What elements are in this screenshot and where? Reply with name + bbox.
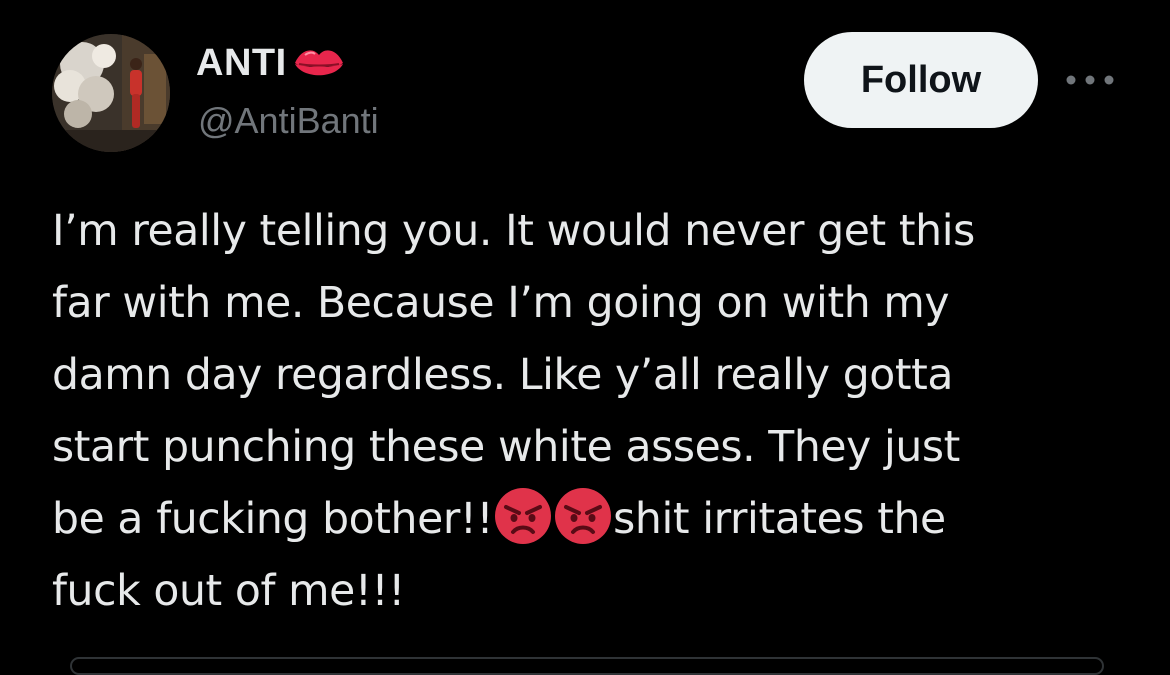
display-name-row: ANTI <box>196 40 347 86</box>
tweet-text-line: start punching these white asses. They j… <box>52 423 960 472</box>
tweet-text-line: I’m really telling you. It would never g… <box>52 207 975 256</box>
tweet-text-line: be a fucking bother!! shit irritates the <box>52 484 1142 556</box>
angry-face-icon <box>494 487 552 545</box>
angry-face-icon <box>554 487 612 545</box>
display-name[interactable]: ANTI <box>196 42 287 85</box>
tweet-card: ANTI @AntiBanti Follow I’m really tellin… <box>0 0 1170 675</box>
tweet-text-segment: be a fucking bother!! <box>52 495 494 544</box>
follow-button[interactable]: Follow <box>804 32 1038 128</box>
kiss-mark-icon <box>291 43 347 83</box>
author-handle[interactable]: @AntiBanti <box>198 100 379 142</box>
tweet-text-line: fuck out of me!!! <box>52 567 405 616</box>
tweet-text-line: damn day regardless. Like y’all really g… <box>52 351 954 400</box>
tweet-text: I’m really telling you. It would never g… <box>52 196 1142 628</box>
media-card-edge <box>70 657 1104 675</box>
more-horizontal-icon <box>1066 75 1114 85</box>
tweet-text-segment: shit irritates the <box>613 495 946 544</box>
author-avatar[interactable] <box>52 34 170 152</box>
tweet-text-line: far with me. Because I’m going on with m… <box>52 279 950 328</box>
more-options-button[interactable] <box>1064 60 1116 100</box>
